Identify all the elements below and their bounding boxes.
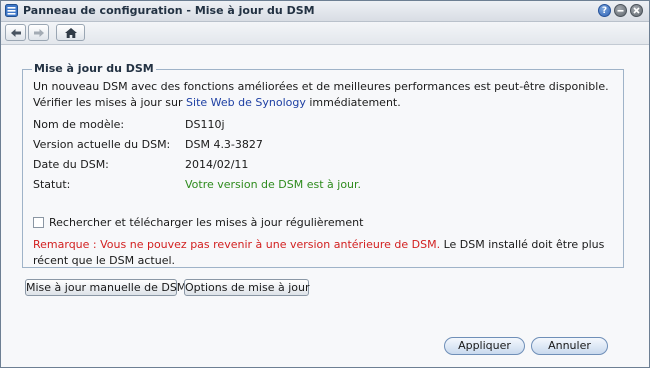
synology-website-link[interactable]: Site Web de Synology [186, 96, 306, 109]
minimize-button[interactable] [614, 4, 627, 17]
back-button[interactable] [5, 24, 26, 41]
version-label: Version actuelle du DSM: [33, 138, 171, 151]
title-bar: Panneau de configuration - Mise à jour d… [1, 1, 649, 22]
control-panel-icon [5, 4, 18, 17]
model-value: DS110j [185, 118, 225, 131]
auto-update-label[interactable]: Rechercher et télécharger les mises à jo… [49, 216, 363, 229]
update-options-button[interactable]: Options de mise à jour [184, 279, 309, 296]
home-icon [64, 27, 77, 38]
home-button[interactable] [56, 24, 85, 41]
close-button[interactable] [630, 4, 643, 17]
help-button[interactable]: ? [598, 4, 611, 17]
arrow-left-icon [10, 28, 21, 37]
minimize-icon [617, 10, 624, 12]
control-panel-window: Panneau de configuration - Mise à jour d… [0, 0, 650, 368]
status-value: Votre version de DSM est à jour. [185, 178, 362, 191]
close-icon [633, 7, 640, 14]
section-legend: Mise à jour du DSM [32, 62, 156, 75]
forward-button[interactable] [28, 24, 49, 41]
navigation-toolbar [1, 22, 649, 45]
auto-update-checkbox[interactable] [33, 217, 44, 228]
cancel-button[interactable]: Annuler [531, 337, 608, 355]
version-value: DSM 4.3-3827 [185, 138, 263, 151]
manual-update-button[interactable]: Mise à jour manuelle de DSM [25, 279, 186, 296]
date-value: 2014/02/11 [185, 158, 249, 171]
date-label: Date du DSM: [33, 158, 109, 171]
arrow-right-icon [33, 28, 44, 37]
remark-warning: Remarque : Vous ne pouvez pas revenir à … [33, 238, 441, 251]
window-title: Panneau de configuration - Mise à jour d… [23, 4, 315, 17]
intro-text: Un nouveau DSM avec des fonctions amélio… [33, 79, 623, 111]
status-label: Statut: [33, 178, 71, 191]
remark-text: Remarque : Vous ne pouvez pas revenir à … [33, 237, 621, 269]
intro-text-end: immédiatement. [305, 96, 401, 109]
apply-button[interactable]: Appliquer [444, 337, 525, 355]
model-label: Nom de modèle: [33, 118, 125, 131]
